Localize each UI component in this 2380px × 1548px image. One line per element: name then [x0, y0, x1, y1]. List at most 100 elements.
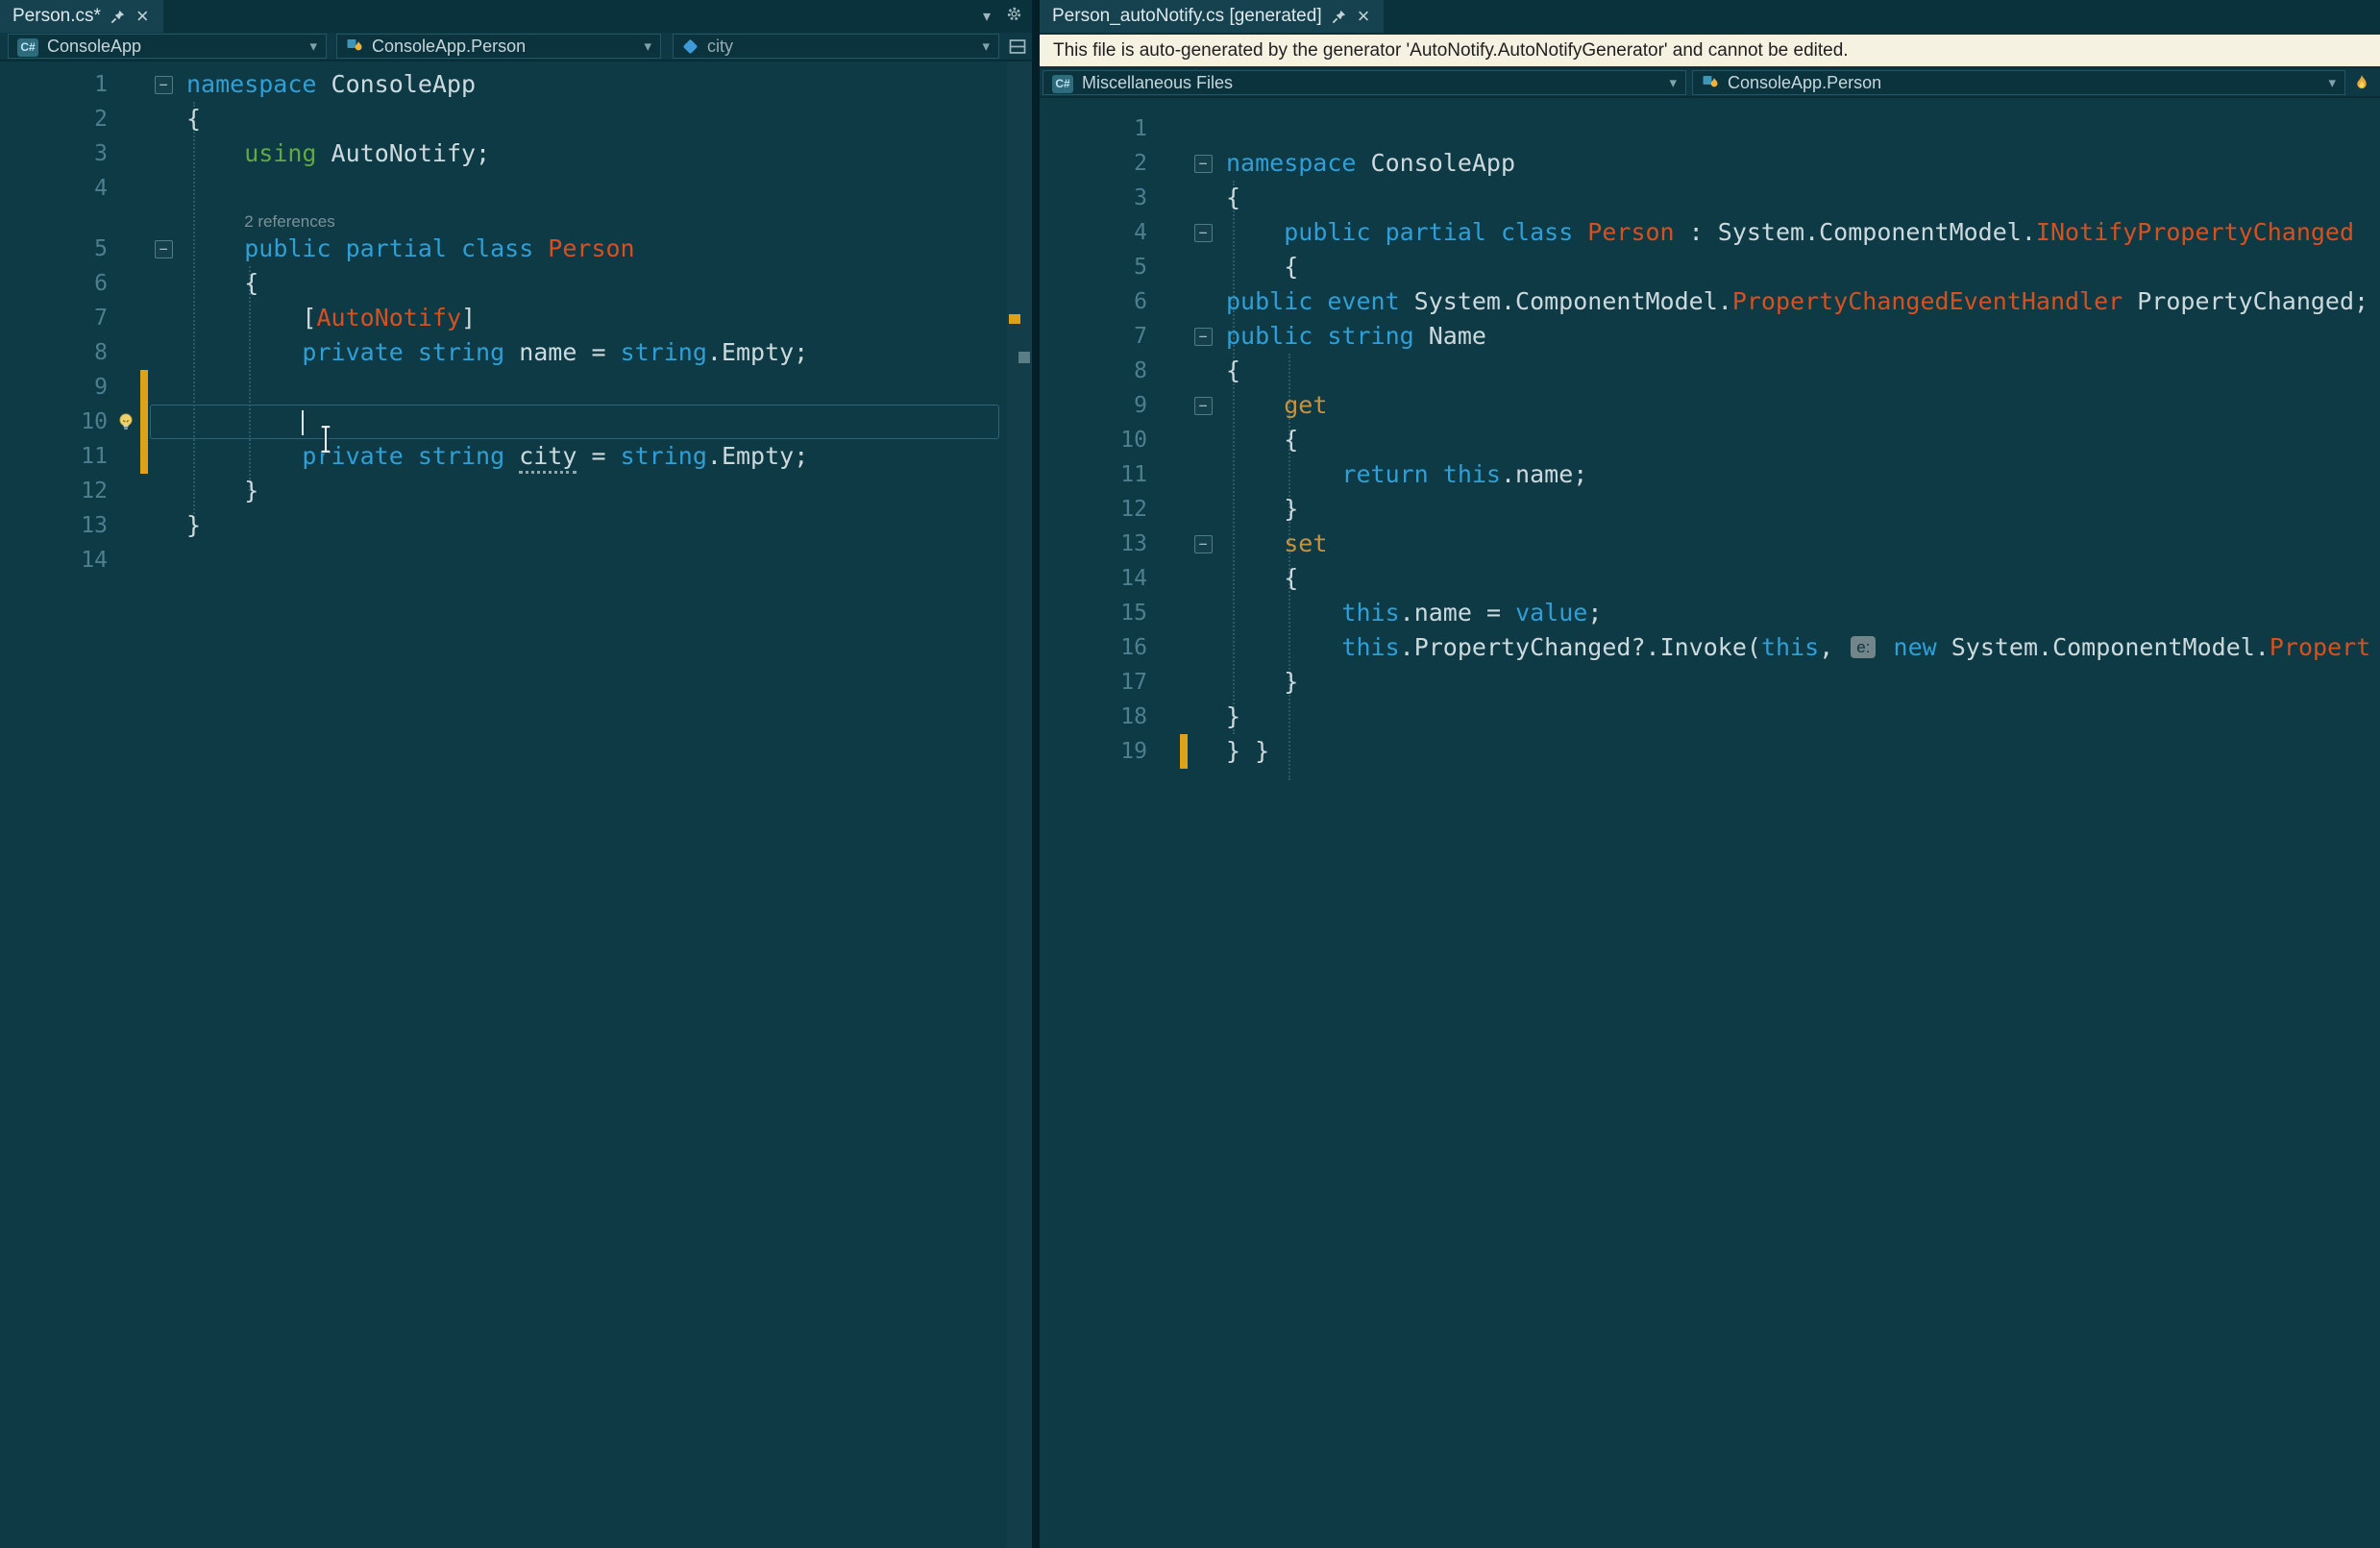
code-line[interactable]: 13} [0, 508, 1032, 543]
scrollbar-change-mark [1009, 314, 1020, 324]
fold-margin [150, 335, 177, 370]
code-text: 2 references [244, 212, 335, 231]
line-number: 8 [94, 340, 108, 365]
code-line[interactable]: 10 { [1040, 423, 2380, 457]
code-line[interactable]: 9 − get [1040, 388, 2380, 423]
settings-gear-icon[interactable] [1006, 6, 1022, 27]
editor-pane-right: Person_autoNotify.cs [generated] × This … [1040, 0, 2380, 1548]
field-icon [682, 37, 699, 57]
code-line[interactable]: 4 − public partial class Person : System.… [1040, 215, 2380, 250]
split-window-icon[interactable] [1009, 38, 1026, 54]
pin-icon[interactable] [1331, 9, 1347, 25]
type-dropdown[interactable]: ConsoleApp.Person ▾ [1692, 70, 2345, 95]
tab-list-chevron-icon[interactable]: ▾ [983, 7, 991, 26]
fold-collapse-marker[interactable]: − [154, 239, 173, 258]
pane-splitter[interactable] [1032, 0, 1040, 1548]
code-line[interactable]: 13 − set [1040, 527, 2380, 561]
code-line[interactable]: 5 { [1040, 250, 2380, 284]
line-number: 9 [1134, 393, 1147, 418]
fold-collapse-marker[interactable]: − [1193, 327, 1213, 346]
type-dropdown[interactable]: ConsoleApp.Person ▾ [336, 34, 661, 59]
code-line[interactable]: 3 using AutoNotify; [0, 136, 1032, 171]
ide-window: Person.cs* × ▾ C# ConsoleApp ▾ ConsoleAp… [0, 0, 2380, 1548]
member-dropdown[interactable]: city ▾ [673, 34, 999, 59]
code-line[interactable]: 7 [AutoNotify] [0, 301, 1032, 335]
code-line[interactable]: 14 { [1040, 561, 2380, 596]
fold-collapse-marker[interactable]: − [1193, 534, 1213, 553]
line-number: 11 [81, 444, 108, 469]
code-line[interactable]: 15 this.name = value; [1040, 596, 2380, 630]
fold-collapse-marker[interactable]: − [154, 75, 173, 94]
mouse-text-cursor [317, 424, 334, 459]
code-line[interactable]: 1 − namespace ConsoleApp [0, 67, 1032, 102]
fold-margin [1190, 665, 1216, 700]
code-editor-left[interactable]: 1− namespace ConsoleApp 2{3 using AutoNoti… [0, 61, 1032, 1548]
navigation-bar-left: C# ConsoleApp ▾ ConsoleApp.Person ▾ city… [0, 33, 1032, 61]
code-line[interactable]: 4 [0, 171, 1032, 206]
tab-person-cs[interactable]: Person.cs* × [0, 0, 163, 33]
glyph-margin [113, 301, 138, 335]
csharp-project-icon: C# [17, 36, 38, 57]
code-line[interactable]: 11 private string city = string.Empty; [0, 439, 1032, 474]
pin-icon[interactable] [110, 9, 126, 25]
change-margin [138, 335, 150, 370]
code-line[interactable]: 9 [0, 370, 1032, 405]
project-dropdown[interactable]: C# ConsoleApp ▾ [8, 34, 327, 59]
glyph-margin [1153, 284, 1178, 319]
code-line[interactable]: 7 − public string Name [1040, 319, 2380, 354]
fold-margin: − [150, 232, 177, 266]
code-line[interactable]: 11 return this.name; [1040, 457, 2380, 492]
line-number [0, 206, 113, 232]
code-line[interactable]: 2 − namespace ConsoleApp [1040, 146, 2380, 181]
code-line[interactable]: 18} [1040, 700, 2380, 734]
project-dropdown[interactable]: C# Miscellaneous Files ▾ [1043, 70, 1686, 95]
fold-margin [1190, 734, 1216, 769]
glyph-margin [1153, 354, 1178, 388]
fold-margin: − [1190, 388, 1216, 423]
code-line[interactable]: 14 [0, 543, 1032, 577]
vertical-scrollbar[interactable] [1007, 61, 1032, 1548]
glyph-margin [113, 171, 138, 206]
code-text: { [1226, 356, 1241, 384]
code-line[interactable]: 12 } [1040, 492, 2380, 527]
code-line[interactable]: 19} } [1040, 734, 2380, 769]
chevron-down-icon: ▾ [644, 38, 651, 55]
change-indicator [138, 370, 150, 405]
code-editor-right[interactable]: 1 2− namespace ConsoleApp 3{4− public parti… [1040, 98, 2380, 1548]
fold-margin: − [1190, 319, 1216, 354]
codelens-row[interactable]: 2 references [0, 206, 1032, 232]
flame-icon[interactable] [2353, 74, 2370, 91]
fold-margin [1190, 181, 1216, 215]
change-margin [1178, 665, 1190, 700]
code-line[interactable]: 2{ [0, 102, 1032, 136]
lightbulb-icon[interactable] [113, 405, 138, 439]
code-line[interactable]: 8{ [1040, 354, 2380, 388]
tab-person-autonotify-generated[interactable]: Person_autoNotify.cs [generated] × [1040, 0, 1385, 33]
change-margin [1178, 388, 1190, 423]
fold-margin [150, 439, 177, 474]
glyph-margin [1153, 319, 1178, 354]
close-icon[interactable]: × [1356, 6, 1372, 27]
fold-collapse-marker[interactable]: − [1193, 154, 1213, 173]
code-line[interactable]: 10 [0, 405, 1032, 439]
line-number: 2 [94, 107, 108, 132]
code-line[interactable]: 17 } [1040, 665, 2380, 700]
code-line[interactable]: 6 public event System.ComponentModel.Prop… [1040, 284, 2380, 319]
close-icon[interactable]: × [135, 6, 151, 27]
member-dropdown-label: city [707, 36, 733, 56]
fold-collapse-marker[interactable]: − [1193, 396, 1213, 415]
code-line[interactable]: 5 − public partial class Person [0, 232, 1032, 266]
code-line[interactable]: 3{ [1040, 181, 2380, 215]
line-number: 5 [1134, 255, 1147, 280]
code-line[interactable]: 6 { [0, 266, 1032, 301]
fold-collapse-marker[interactable]: − [1193, 223, 1213, 242]
code-text: } [186, 511, 202, 539]
scrollbar-caret-mark[interactable] [1018, 352, 1030, 363]
glyph-margin [113, 67, 138, 102]
code-line[interactable]: 1 [1040, 111, 2380, 146]
fold-margin: − [1190, 146, 1216, 181]
code-line[interactable]: 16 this.PropertyChanged?.Invoke(this, e:… [1040, 630, 2380, 665]
code-line[interactable]: 8 private string name = string.Empty; [0, 335, 1032, 370]
code-line[interactable]: 12 } [0, 474, 1032, 508]
